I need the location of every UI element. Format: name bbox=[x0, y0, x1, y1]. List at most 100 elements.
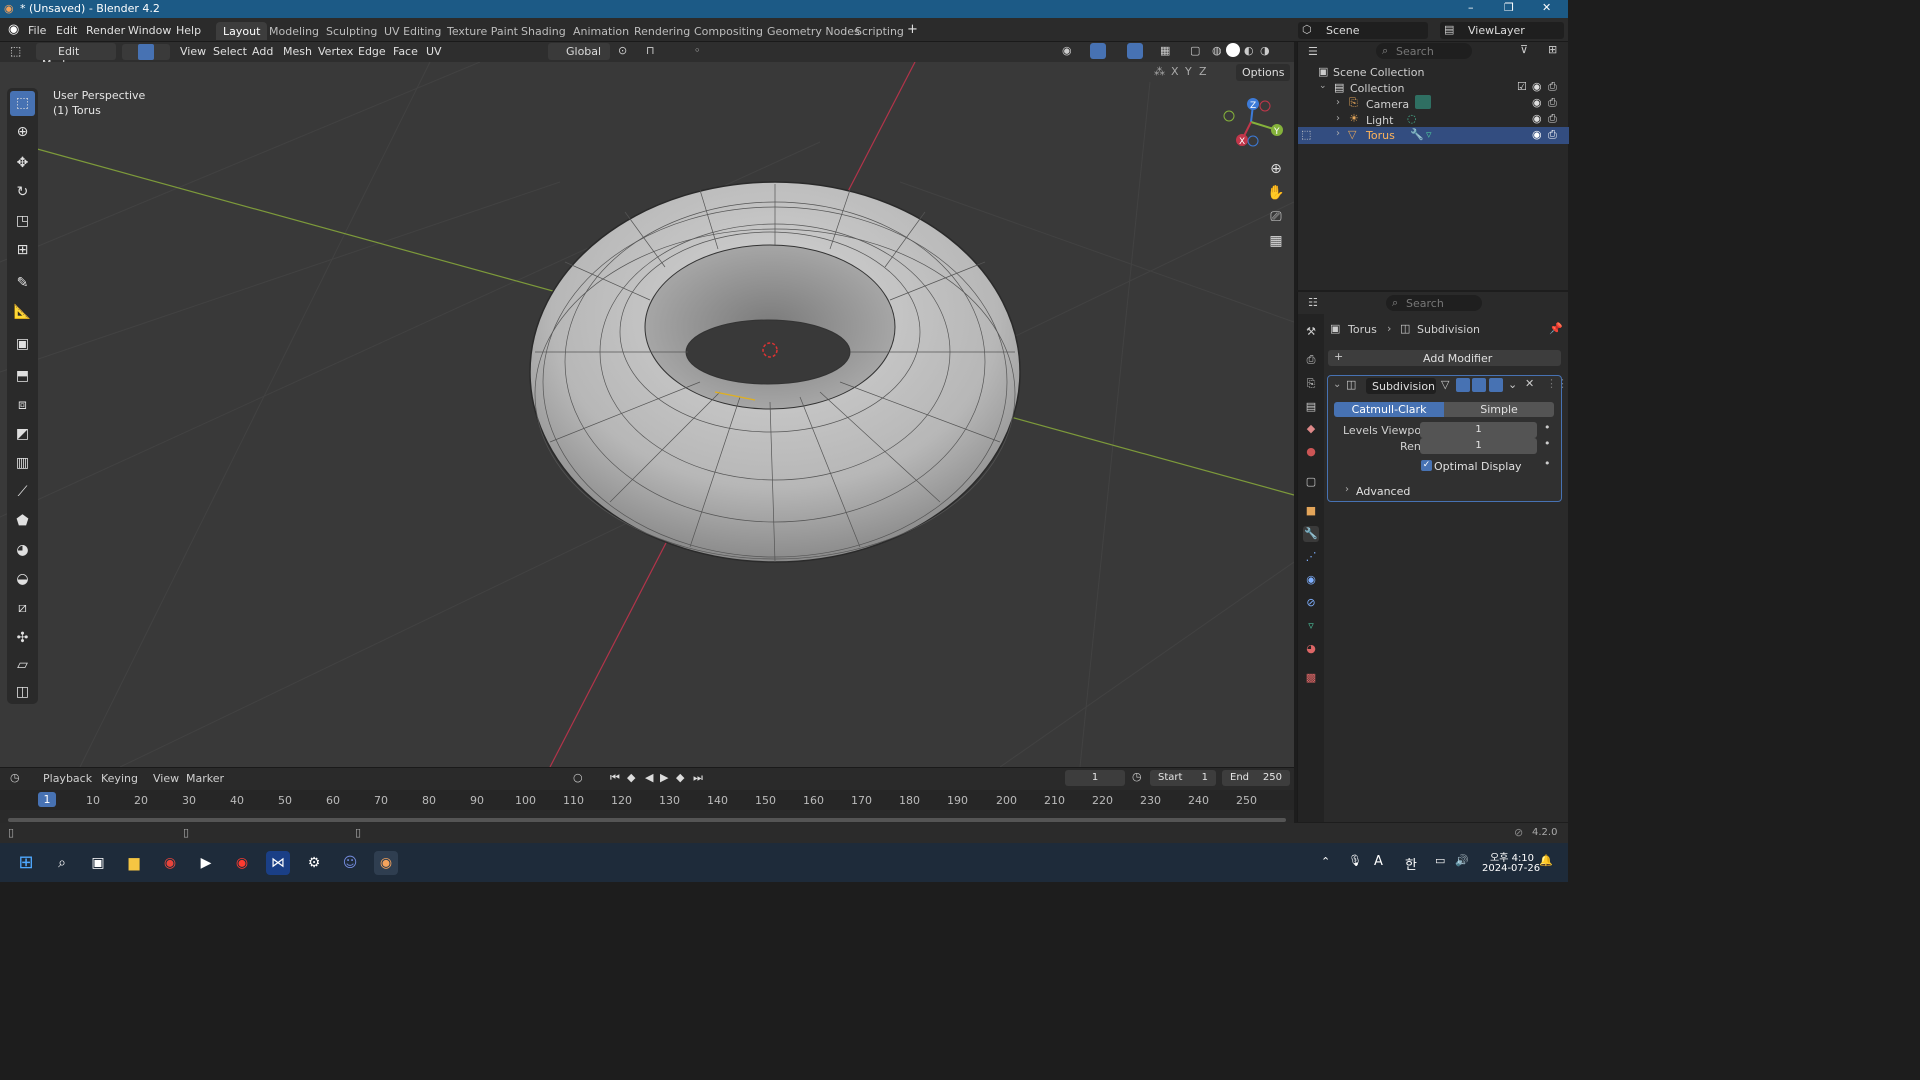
tool-tab-icon[interactable]: ⚒ bbox=[1303, 324, 1319, 340]
menu-add[interactable]: Add bbox=[252, 45, 273, 58]
optimal-display-checkbox[interactable]: ✓ bbox=[1421, 460, 1432, 471]
start-frame-field[interactable]: Start 1 bbox=[1150, 770, 1216, 786]
outliner-editor-icon[interactable]: ☰ bbox=[1308, 45, 1318, 58]
mirror-icon[interactable]: ⁂ bbox=[1154, 65, 1165, 78]
object-tab-icon[interactable]: ■ bbox=[1303, 503, 1319, 519]
3d-viewport[interactable]: User Perspective (1) Torus ⬚ ⊕ ✥ ↻ ◳ ⊞ ✎… bbox=[0, 62, 1294, 767]
navigation-gizmo[interactable]: Z Y X bbox=[1215, 94, 1287, 154]
mirror-z-toggle[interactable]: Z bbox=[1199, 65, 1207, 78]
steam-icon[interactable]: ⚙ bbox=[302, 851, 326, 875]
mode-selector[interactable]: Edit Mode bbox=[36, 43, 116, 71]
material-tab-icon[interactable]: ◕ bbox=[1303, 641, 1319, 657]
measure-tool-icon[interactable]: 📐 bbox=[10, 300, 35, 325]
tab-scripting[interactable]: Scripting bbox=[848, 22, 911, 40]
end-frame-field[interactable]: End 250 bbox=[1222, 770, 1290, 786]
clock-time[interactable]: 오후 4:10 bbox=[1490, 849, 1534, 864]
app-icon[interactable]: ⋈ bbox=[266, 851, 290, 875]
torus-eye-icon[interactable]: ◉ bbox=[1532, 128, 1542, 141]
windows-start-icon[interactable]: ⊞ bbox=[14, 851, 38, 875]
light-data-icon[interactable]: ◌ bbox=[1407, 112, 1417, 125]
collection-label[interactable]: Collection bbox=[1350, 82, 1404, 95]
move-tool-icon[interactable]: ✥ bbox=[10, 151, 35, 176]
editor-type-icon[interactable]: ⬚ bbox=[10, 44, 21, 58]
menu-view[interactable]: View bbox=[180, 45, 206, 58]
menu-uv[interactable]: UV bbox=[426, 45, 442, 58]
mesh-overlay-icon[interactable]: ▦ bbox=[1160, 44, 1170, 57]
menu-edit[interactable]: Edit bbox=[56, 24, 77, 37]
new-collection-icon[interactable]: ⊞ bbox=[1548, 43, 1557, 56]
xray-icon[interactable]: ▢ bbox=[1190, 44, 1200, 57]
knife-tool-icon[interactable]: ⟋ bbox=[10, 480, 35, 505]
close-window-button[interactable]: ✕ bbox=[1542, 1, 1551, 14]
camera-eye-icon[interactable]: ◉ bbox=[1532, 96, 1542, 109]
torus-mesh[interactable] bbox=[529, 181, 1021, 563]
mirror-x-toggle[interactable]: X bbox=[1171, 65, 1179, 78]
loop-cut-tool-icon[interactable]: ▥ bbox=[10, 451, 35, 476]
light-eye-icon[interactable]: ◉ bbox=[1532, 112, 1542, 125]
smooth-tool-icon[interactable]: ◒ bbox=[10, 567, 35, 592]
modifier-name-field[interactable]: Subdivision bbox=[1366, 378, 1436, 394]
snap-icon[interactable]: ⊓ bbox=[646, 44, 655, 57]
material-shading-icon[interactable]: ◐ bbox=[1244, 44, 1254, 57]
advanced-expand-icon[interactable]: › bbox=[1345, 484, 1349, 495]
scene-tab-icon[interactable]: ◆ bbox=[1303, 421, 1319, 437]
properties-search[interactable]: ⌕ Search bbox=[1386, 295, 1482, 311]
blender-taskbar-icon[interactable]: ◉ bbox=[374, 851, 398, 875]
zoom-icon[interactable]: ⊕ bbox=[1265, 158, 1287, 180]
ortho-grid-icon[interactable]: ▦ bbox=[1265, 230, 1287, 252]
torus-render-icon[interactable]: ⎙ bbox=[1548, 128, 1557, 142]
tab-sculpting[interactable]: Sculpting bbox=[319, 22, 384, 40]
add-cube-tool-icon[interactable]: ▣ bbox=[10, 332, 35, 357]
torus-expand-icon[interactable]: › bbox=[1336, 128, 1340, 139]
maximize-button[interactable]: ❐ bbox=[1504, 1, 1514, 14]
physics-tab-icon[interactable]: ◉ bbox=[1303, 572, 1319, 588]
preview-range-icon[interactable]: ◷ bbox=[1132, 770, 1142, 783]
annotate-tool-icon[interactable]: ✎ bbox=[10, 271, 35, 296]
add-workspace-button[interactable]: + bbox=[907, 22, 918, 37]
cursor-tool-icon[interactable]: ⊕ bbox=[10, 120, 35, 145]
menu-file[interactable]: File bbox=[28, 24, 46, 37]
edit-cage-icon[interactable]: ▽ bbox=[1441, 378, 1449, 391]
shrink-fatten-tool-icon[interactable]: ✣ bbox=[10, 626, 35, 651]
timeline-menu-playback[interactable]: Playback bbox=[43, 772, 92, 785]
volume-icon[interactable]: 🔊 bbox=[1455, 854, 1469, 867]
viewlayer-selector[interactable]: ▤ ViewLayer bbox=[1440, 22, 1564, 39]
optimal-display-keyframe-icon[interactable]: • bbox=[1544, 457, 1551, 470]
viewport-toggle-icon[interactable] bbox=[1472, 378, 1486, 392]
world-tab-icon[interactable]: ● bbox=[1303, 444, 1319, 460]
notification-bell-icon[interactable]: 🔔 bbox=[1539, 854, 1553, 867]
bevel-tool-icon[interactable]: ◩ bbox=[10, 422, 35, 447]
rip-region-tool-icon[interactable]: ◫ bbox=[10, 680, 35, 705]
tab-animation[interactable]: Animation bbox=[566, 22, 636, 40]
rotate-tool-icon[interactable]: ↻ bbox=[10, 180, 35, 205]
current-frame-field[interactable]: 1 bbox=[1065, 770, 1125, 786]
menu-select[interactable]: Select bbox=[213, 45, 247, 58]
poly-build-tool-icon[interactable]: ⬟ bbox=[10, 509, 35, 534]
play-icon[interactable]: ▶ bbox=[660, 771, 668, 784]
timeline-menu-marker[interactable]: Marker bbox=[186, 772, 224, 785]
collection-expand-icon[interactable]: ⌄ bbox=[1319, 81, 1327, 91]
select-mode-group[interactable] bbox=[122, 44, 170, 60]
modifier-tab-icon[interactable]: 🔧 bbox=[1303, 526, 1319, 542]
modifier-delete-icon[interactable]: ✕ bbox=[1525, 377, 1534, 390]
constraints-tab-icon[interactable]: ⊘ bbox=[1303, 595, 1319, 611]
collection-camera-icon[interactable]: ⎙ bbox=[1548, 80, 1557, 94]
tab-shading[interactable]: Shading bbox=[514, 22, 573, 40]
filter-icon[interactable]: ⊽ bbox=[1520, 43, 1528, 56]
tray-chevron-icon[interactable]: ⌃ bbox=[1321, 855, 1330, 868]
mirror-y-toggle[interactable]: Y bbox=[1185, 65, 1192, 78]
outliner-item-light[interactable]: Light bbox=[1366, 114, 1393, 127]
outliner-search[interactable]: ⌕ Search bbox=[1376, 43, 1472, 59]
camera-expand-icon[interactable]: › bbox=[1336, 97, 1340, 108]
menu-mesh[interactable]: Mesh bbox=[283, 45, 312, 58]
jump-end-icon[interactable]: ⏭ bbox=[693, 771, 703, 785]
frame-ruler[interactable]: 1 10 20 30 40 50 60 70 80 90 100 110 120… bbox=[0, 790, 1294, 810]
solid-shading-icon[interactable] bbox=[1226, 43, 1240, 57]
modifier-collapse-icon[interactable]: ⌄ bbox=[1333, 379, 1341, 390]
timeline-menu-view[interactable]: View bbox=[153, 772, 179, 785]
collection-tab-icon[interactable]: ▢ bbox=[1303, 474, 1319, 490]
youtube-music-icon[interactable]: ◉ bbox=[230, 851, 254, 875]
task-view-icon[interactable]: ▣ bbox=[86, 851, 110, 875]
collection-eye-icon[interactable]: ◉ bbox=[1532, 80, 1542, 93]
auto-key-icon[interactable]: ○ bbox=[573, 771, 583, 784]
